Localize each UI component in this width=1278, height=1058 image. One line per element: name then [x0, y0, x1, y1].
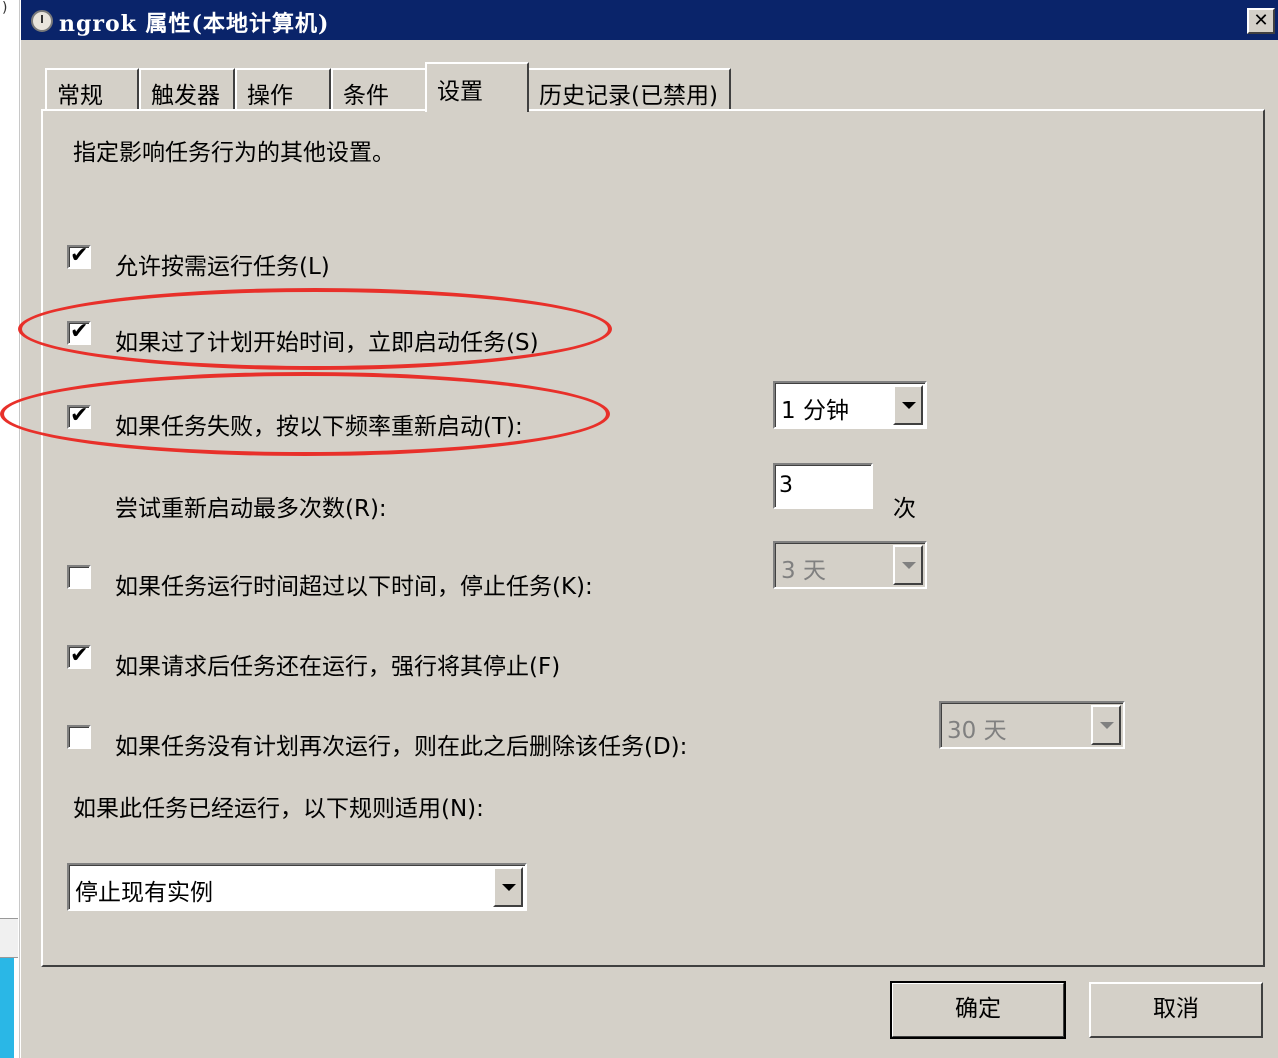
restart-on-fail-label: 如果任务失败，按以下频率重新启动(T): [115, 414, 523, 440]
tab-general[interactable]: 常规 [45, 68, 139, 110]
background-window-edge: ) [0, 0, 20, 1058]
running-rule-label: 如果此任务已经运行，以下规则适用(N): [73, 796, 484, 822]
start-if-missed-checkbox[interactable]: ✔ [67, 319, 91, 345]
stop-if-runs-longer-label: 如果任务运行时间超过以下时间，停止任务(K): [115, 574, 593, 600]
tab-conditions[interactable]: 条件 [331, 68, 427, 110]
delete-duration-select: 30 天 [939, 701, 1125, 749]
chevron-down-icon [1091, 705, 1121, 745]
restart-attempts-unit: 次 [893, 496, 916, 522]
force-stop-label: 如果请求后任务还在运行，强行将其停止(F) [115, 654, 561, 680]
restart-interval-select[interactable]: 1 分钟 [773, 381, 927, 429]
title-bar[interactable]: ngrok 属性(本地计算机) ✕ [21, 0, 1278, 40]
start-if-missed-label: 如果过了计划开始时间，立即启动任务(S) [115, 330, 539, 356]
background-scrollbar [0, 918, 18, 958]
window-title: ngrok 属性(本地计算机) [59, 11, 330, 37]
stop-if-runs-longer-checkbox[interactable] [67, 565, 91, 589]
chevron-down-icon[interactable] [493, 867, 523, 907]
stop-duration-value: 3 天 [781, 558, 826, 584]
restart-on-fail-checkbox[interactable]: ✔ [67, 403, 91, 429]
panel-description: 指定影响任务行为的其他设置。 [73, 140, 395, 166]
running-rule-select[interactable]: 停止现有实例 [67, 863, 527, 911]
check-mark-icon: ✔ [70, 643, 89, 668]
tab-triggers[interactable]: 触发器 [139, 68, 235, 110]
settings-panel: 指定影响任务行为的其他设置。 ✔ 允许按需运行任务(L) ✔ 如果过了计划开始时… [41, 109, 1265, 967]
allow-on-demand-checkbox[interactable]: ✔ [67, 243, 91, 269]
delete-if-not-scheduled-label: 如果任务没有计划再次运行，则在此之后删除该任务(D): [115, 734, 688, 760]
tab-settings[interactable]: 设置 [425, 62, 529, 112]
force-stop-checkbox[interactable]: ✔ [67, 643, 91, 669]
properties-dialog: ngrok 属性(本地计算机) ✕ 常规 触发器 操作 条件 设置 历史记录(已… [20, 0, 1278, 1058]
check-mark-icon: ✔ [70, 403, 89, 428]
background-glyph: ) [2, 0, 8, 16]
background-taskbar-edge [0, 958, 14, 1058]
clock-icon [31, 10, 53, 32]
restart-attempts-label: 尝试重新启动最多次数(R): [115, 496, 387, 522]
running-rule-value: 停止现有实例 [75, 880, 213, 906]
check-mark-icon: ✔ [70, 319, 89, 344]
chevron-down-icon [893, 545, 923, 585]
restart-attempts-input[interactable]: 3 [773, 463, 873, 509]
stop-duration-select: 3 天 [773, 541, 927, 589]
allow-on-demand-label: 允许按需运行任务(L) [115, 254, 330, 280]
delete-if-not-scheduled-checkbox[interactable] [67, 725, 91, 749]
ok-button[interactable]: 确定 [890, 981, 1066, 1039]
close-button[interactable]: ✕ [1247, 8, 1275, 34]
tab-history[interactable]: 历史记录(已禁用) [527, 68, 731, 110]
check-mark-icon: ✔ [70, 243, 89, 268]
cancel-button[interactable]: 取消 [1089, 982, 1263, 1038]
restart-attempts-value: 3 [779, 473, 793, 498]
restart-interval-value: 1 分钟 [781, 398, 849, 424]
delete-duration-value: 30 天 [947, 718, 1007, 744]
chevron-down-icon[interactable] [893, 385, 923, 425]
tab-actions[interactable]: 操作 [235, 68, 331, 110]
